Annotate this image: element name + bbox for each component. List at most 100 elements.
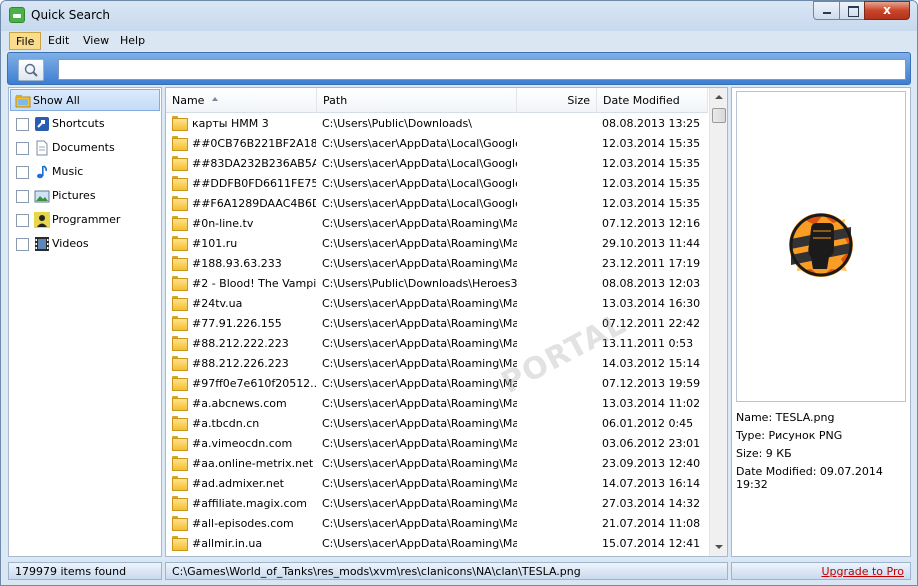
table-row[interactable]: #0n-line.tv C:\Users\acer\AppData\Roaming…: [166, 213, 708, 233]
category-label: Show All: [33, 94, 80, 107]
cell-path: C:\Users\acer\AppData\Roaming\Ma...: [322, 257, 517, 270]
table-row[interactable]: #88.212.226.223 C:\Users\acer\AppData\Roa…: [166, 353, 708, 373]
status-bar: 179979 items found C:\Games\World_of_Tan…: [2, 560, 916, 585]
cell-name: #2 - Blood! The Vampi...: [192, 277, 316, 290]
vertical-scrollbar[interactable]: [709, 88, 727, 556]
table-row[interactable]: #101.ru C:\Users\acer\AppData\Roaming\Ma.…: [166, 233, 708, 253]
programmer-checkbox[interactable]: [16, 214, 29, 227]
category-programmer[interactable]: Programmer: [10, 209, 160, 231]
table-row[interactable]: #ad.admixer.net C:\Users\acer\AppData\Roa…: [166, 473, 708, 493]
table-row[interactable]: #a.abcnews.com C:\Users\acer\AppData\Roam…: [166, 393, 708, 413]
table-row[interactable]: ##0CB76B221BF2A189 C:\Users\acer\AppData\…: [166, 133, 708, 153]
cell-name: карты HMM 3: [192, 117, 269, 130]
cell-date-modified: 15.07.2014 12:41: [602, 537, 701, 550]
category-shortcuts[interactable]: Shortcuts: [10, 113, 160, 135]
cell-name: #a.vimeocdn.com: [192, 437, 293, 450]
cell-date-modified: 14.07.2013 16:14: [602, 477, 701, 490]
title-bar[interactable]: Quick Search x: [1, 1, 917, 31]
folder-icon: [172, 516, 188, 531]
table-row[interactable]: #188.93.63.233 C:\Users\acer\AppData\Roam…: [166, 253, 708, 273]
table-row[interactable]: #affiliate.magix.com C:\Users\acer\AppDat…: [166, 493, 708, 513]
folder-icon: [172, 196, 188, 211]
picture-icon: [34, 190, 50, 203]
category-documents[interactable]: Documents: [10, 137, 160, 159]
cell-path: C:\Users\acer\AppData\Roaming\Ma...: [322, 537, 517, 550]
menu-file[interactable]: File: [9, 32, 42, 50]
folder-icon: [172, 476, 188, 491]
search-button[interactable]: [18, 59, 44, 81]
table-row[interactable]: #a.vimeocdn.com C:\Users\acer\AppData\Roa…: [166, 433, 708, 453]
category-label: Programmer: [52, 213, 121, 226]
table-row[interactable]: #97ff0e7e610f20512... C:\Users\acer\AppDa…: [166, 373, 708, 393]
table-row[interactable]: #a.tbcdn.cn C:\Users\acer\AppData\Roaming…: [166, 413, 708, 433]
table-row[interactable]: #aa.online-metrix.net C:\Users\acer\AppDa…: [166, 453, 708, 473]
table-row[interactable]: ##DDFB0FD6611FE750 C:\Users\acer\AppData\…: [166, 173, 708, 193]
category-videos[interactable]: Videos: [10, 233, 160, 255]
videos-checkbox[interactable]: [16, 238, 29, 251]
cell-date-modified: 12.03.2014 15:35: [602, 137, 701, 150]
search-input[interactable]: [58, 59, 906, 80]
menu-bar: File Edit View Help: [2, 31, 916, 51]
table-row[interactable]: ##83DA232B236AB5A4 C:\Users\acer\AppData\…: [166, 153, 708, 173]
cell-name: #allmir.in.ua: [192, 537, 263, 550]
minimize-button[interactable]: [813, 1, 840, 20]
maximize-button[interactable]: [839, 1, 865, 20]
cell-name: #all-episodes.com: [192, 517, 294, 530]
cell-name: #101.ru: [192, 237, 238, 250]
cell-date-modified: 03.06.2012 23:01: [602, 437, 701, 450]
menu-edit[interactable]: Edit: [42, 32, 75, 50]
folder-icon: [172, 456, 188, 471]
cell-path: C:\Users\acer\AppData\Roaming\Ma...: [322, 477, 517, 490]
table-row[interactable]: #24tv.ua C:\Users\acer\AppData\Roaming\Ma…: [166, 293, 708, 313]
column-path[interactable]: Path: [317, 88, 517, 113]
cell-path: C:\Users\acer\AppData\Roaming\Ma...: [322, 337, 517, 350]
results-panel: Name Path Size Date Modified карты HMM 3…: [165, 87, 728, 557]
table-row[interactable]: #all-episodes.com C:\Users\acer\AppData\R…: [166, 513, 708, 533]
table-row[interactable]: #2 - Blood! The Vampi... C:\Users\Public\…: [166, 273, 708, 293]
column-size[interactable]: Size: [517, 88, 597, 113]
folder-icon: [172, 296, 188, 311]
folder-icon: [172, 176, 188, 191]
table-row[interactable]: #allmir.in.ua C:\Users\acer\AppData\Roami…: [166, 533, 708, 553]
document-icon: [36, 140, 48, 156]
cell-date-modified: 07.12.2013 19:59: [602, 377, 701, 390]
close-button[interactable]: x: [864, 1, 910, 20]
scroll-down-button[interactable]: [712, 540, 725, 553]
column-date-modified[interactable]: Date Modified: [597, 88, 708, 113]
music-checkbox[interactable]: [16, 166, 29, 179]
cell-path: C:\Users\acer\AppData\Roaming\Ma...: [322, 397, 517, 410]
cell-name: ##DDFB0FD6611FE750: [192, 177, 316, 190]
shortcuts-checkbox[interactable]: [16, 118, 29, 131]
table-row[interactable]: карты HMM 3 C:\Users\Public\Downloads\ 08.…: [166, 113, 708, 133]
documents-checkbox[interactable]: [16, 142, 29, 155]
table-row[interactable]: ##F6A1289DAAC4B6D1 C:\Users\acer\AppData\…: [166, 193, 708, 213]
cell-path: C:\Users\acer\AppData\Roaming\Ma...: [322, 237, 517, 250]
folder-icon: [172, 536, 188, 551]
category-label: Documents: [52, 141, 115, 154]
cell-name: #88.212.226.223: [192, 357, 289, 370]
category-pictures[interactable]: Pictures: [10, 185, 160, 207]
cell-date-modified: 13.03.2014 11:02: [602, 397, 701, 410]
pictures-checkbox[interactable]: [16, 190, 29, 203]
upgrade-link[interactable]: Upgrade to Pro: [821, 565, 904, 578]
table-row[interactable]: #77.91.226.155 C:\Users\acer\AppData\Roam…: [166, 313, 708, 333]
table-row[interactable]: #88.212.222.223 C:\Users\acer\AppData\Roa…: [166, 333, 708, 353]
category-label: Videos: [52, 237, 89, 250]
programmer-icon: [34, 212, 50, 228]
scroll-thumb[interactable]: [712, 108, 726, 123]
preview-size: Size: 9 КБ: [736, 447, 792, 460]
scroll-up-button[interactable]: [712, 91, 725, 104]
column-name[interactable]: Name: [166, 88, 317, 113]
category-show-all[interactable]: Show All: [10, 89, 160, 111]
cell-name: #a.abcnews.com: [192, 397, 287, 410]
folder-icon: [172, 236, 188, 251]
cell-date-modified: 21.07.2014 11:08: [602, 517, 701, 530]
menu-help[interactable]: Help: [114, 32, 151, 50]
cell-path: C:\Users\acer\AppData\Roaming\Ma...: [322, 377, 517, 390]
folder-icon: [172, 416, 188, 431]
category-music[interactable]: Music: [10, 161, 160, 183]
file-list: карты HMM 3 C:\Users\Public\Downloads\ 08.…: [166, 113, 708, 553]
menu-view[interactable]: View: [77, 32, 115, 50]
cell-name: #24tv.ua: [192, 297, 243, 310]
show-all-icon: [15, 95, 31, 108]
